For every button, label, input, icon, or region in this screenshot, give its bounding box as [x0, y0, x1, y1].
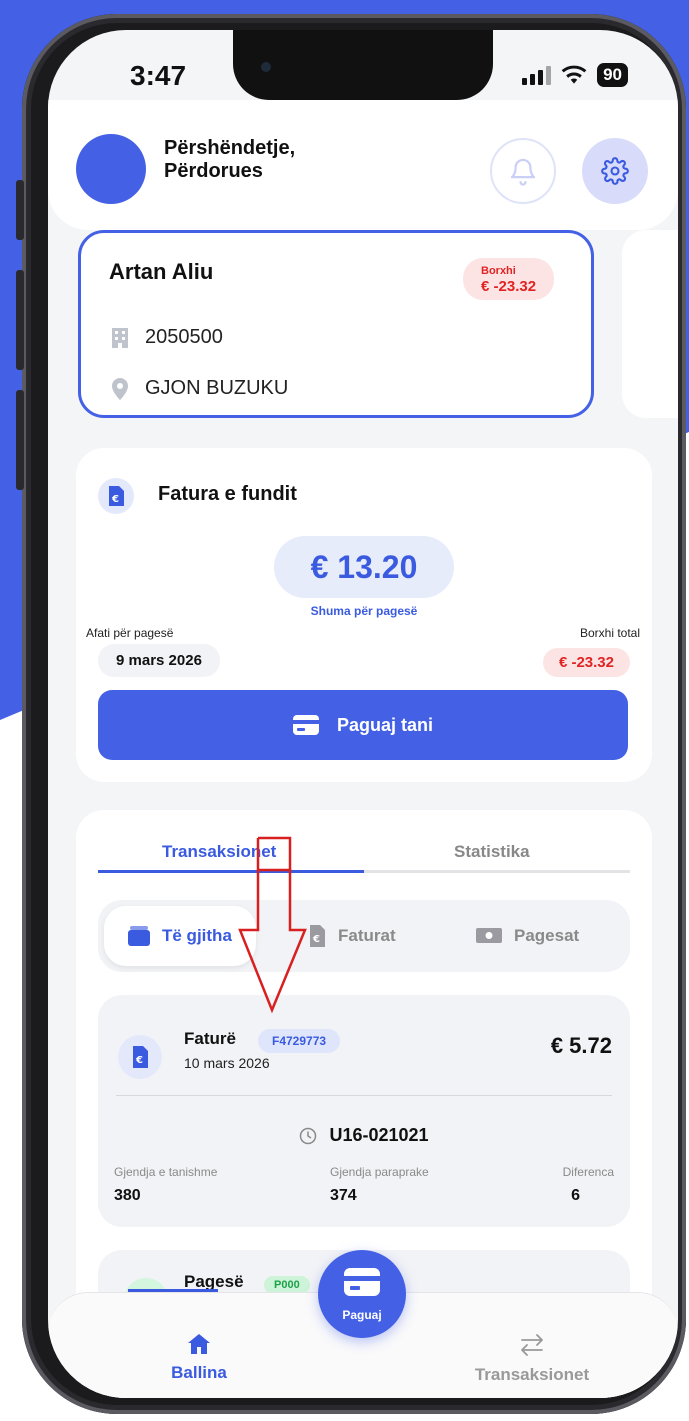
app-header: Përshëndetje, Përdorues	[48, 100, 678, 230]
due-date-label: Afati për pagesë	[86, 626, 174, 640]
transfer-arrows-icon	[521, 1334, 543, 1356]
nav-transactions[interactable]: Transaksionet	[452, 1333, 612, 1385]
account-card[interactable]: Artan Aliu Borxhi € -23.32 2050500 GJON …	[78, 230, 594, 418]
phone-side-button	[16, 390, 24, 490]
next-account-card[interactable]	[622, 230, 678, 418]
bill-title: Fatura e fundit	[158, 483, 297, 505]
current-reading-value: 380	[114, 1187, 141, 1204]
filter-segmented-control: Të gjitha € Faturat Pagesat	[98, 900, 630, 972]
debt-value: € -23.32	[481, 278, 537, 295]
invoice-icon: €	[118, 1035, 162, 1079]
card-icon	[344, 1268, 380, 1296]
transaction-date: 10 mars 2026	[184, 1055, 270, 1071]
active-tab-indicator	[98, 870, 364, 873]
avatar[interactable]	[76, 134, 146, 204]
filter-bills[interactable]: € Faturat	[308, 900, 396, 972]
transaction-code: F4729773	[258, 1029, 341, 1053]
phone-side-button	[16, 270, 24, 370]
location-pin-icon	[112, 377, 128, 400]
pay-now-button[interactable]: Paguaj tani	[98, 690, 628, 760]
meter-number: U16-021021	[329, 1125, 429, 1145]
phone-side-button	[16, 180, 24, 240]
svg-text:€: €	[135, 1055, 143, 1066]
address-row: GJON BUZUKU	[111, 377, 288, 400]
filter-payments-label: Pagesat	[514, 926, 580, 945]
debt-badge: Borxhi € -23.32	[463, 258, 555, 300]
building-icon	[112, 327, 128, 348]
transaction-amount: € 5.72	[550, 1033, 612, 1058]
tab-statistics[interactable]: Statistika	[454, 842, 530, 862]
filter-all[interactable]: Të gjitha	[128, 900, 232, 972]
previous-reading-value: 374	[330, 1187, 357, 1204]
card-icon	[292, 715, 319, 735]
account-number: 2050500	[145, 326, 223, 348]
tab-transactions[interactable]: Transaksionet	[162, 842, 276, 862]
amount-caption: Shuma për pagesë	[310, 604, 418, 618]
wifi-icon	[561, 65, 587, 84]
total-debt-label: Borxhi total	[579, 626, 640, 640]
settings-button[interactable]	[582, 138, 648, 204]
divider	[116, 1095, 612, 1096]
greeting: Përshëndetje, Përdorues	[164, 137, 295, 183]
filter-all-label: Të gjitha	[162, 926, 232, 945]
previous-reading-label: Gjendja paraprake	[330, 1165, 429, 1179]
street-name: GJON BUZUKU	[145, 377, 289, 399]
pay-fab-button[interactable]: Paguaj	[318, 1250, 406, 1338]
nav-transactions-label: Transaksionet	[474, 1365, 590, 1384]
account-name: Artan Aliu	[109, 259, 214, 284]
greeting-line: Përshëndetje,	[164, 137, 296, 159]
svg-text:€: €	[312, 934, 320, 945]
bell-icon	[510, 158, 536, 186]
current-reading-label: Gjendja e tanishme	[114, 1165, 218, 1179]
bill-amount: € 13.20	[274, 536, 454, 598]
debt-label: Borxhi	[481, 265, 516, 277]
filter-payments[interactable]: Pagesat	[476, 900, 579, 972]
difference-value: 6	[571, 1187, 580, 1204]
dynamic-island	[233, 30, 493, 100]
account-number-row: 2050500	[111, 326, 223, 349]
meter-row: U16-021021	[98, 1125, 630, 1146]
last-bill-card: € Fatura e fundit € 13.20 Shuma për page…	[76, 448, 652, 782]
bill-icon: €	[310, 925, 325, 947]
gear-icon	[601, 157, 629, 185]
app-screen: Përshëndetje, Përdorues 3:47 90 Artan Al…	[48, 30, 678, 1398]
wallet-icon	[128, 926, 150, 946]
camera-dot	[261, 62, 271, 72]
nav-home-label: Ballina	[171, 1363, 227, 1382]
nav-home[interactable]: Ballina	[144, 1333, 254, 1383]
signal-icon	[522, 65, 552, 85]
status-time: 3:47	[130, 60, 187, 91]
difference-label: Diferenca	[562, 1165, 614, 1179]
transaction-item[interactable]: € Faturë F4729773 10 mars 2026 € 5.72 U1…	[98, 995, 630, 1227]
clock-icon	[300, 1127, 317, 1144]
bill-icon: €	[98, 478, 134, 514]
total-debt-value: € -23.32	[542, 648, 630, 677]
notifications-button[interactable]	[490, 138, 556, 204]
nav-active-indicator	[128, 1289, 218, 1292]
pay-now-label: Paguaj tani	[336, 714, 434, 735]
user-name: Përdorues	[164, 160, 263, 182]
pay-fab-label: Paguaj	[342, 1308, 382, 1322]
due-date: 9 mars 2026	[98, 644, 220, 677]
status-icons: 90	[522, 63, 628, 87]
filter-bills-label: Faturat	[338, 926, 396, 945]
svg-text:€: €	[111, 494, 119, 505]
cash-icon	[476, 928, 502, 943]
transaction-type: Faturë	[184, 1029, 236, 1048]
home-icon	[188, 1334, 210, 1354]
battery-indicator: 90	[597, 63, 628, 87]
